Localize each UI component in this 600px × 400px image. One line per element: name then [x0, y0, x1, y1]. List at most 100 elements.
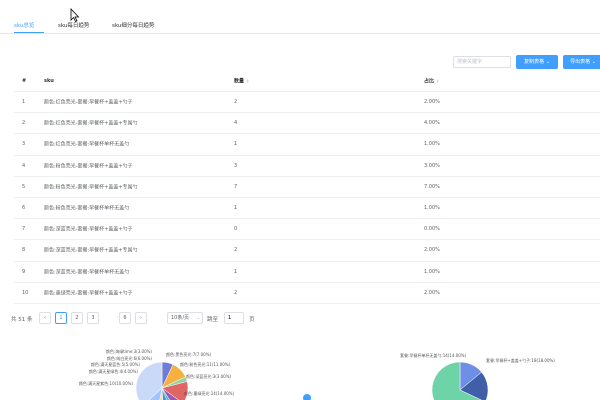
- row-quantity: 1: [234, 205, 238, 212]
- page-button-3[interactable]: 3: [87, 312, 99, 324]
- table-row[interactable]: 6 颜色:粉色亮光-套餐:早餐杯单杯无盖勺 1 1.00%: [14, 198, 600, 220]
- row-index: 3: [22, 141, 26, 148]
- pie-slice-label: 颜色:满天星紫色:10(10.00%): [79, 380, 134, 386]
- column-header-sku: sku: [44, 77, 54, 84]
- goto-label: 跳至: [207, 317, 219, 323]
- sort-icon[interactable]: ⇕: [246, 78, 249, 83]
- row-sku: 颜色:红色亮光-套餐:早餐杯+盖盖+专属勺: [44, 120, 138, 127]
- column-header-share[interactable]: 占比 ⇕: [424, 77, 439, 84]
- table-row[interactable]: 5 颜色:粉色亮光-套餐:早餐杯+盖盖+专属勺 7 7.00%: [14, 177, 600, 198]
- table-row[interactable]: 10 颜色:墨绿亮光-套餐:早餐杯+盖盖+勺子 2 2.00%: [14, 283, 600, 304]
- column-header-share-label: 占比: [424, 78, 435, 84]
- pie-slice-label: 套餐:早餐杯单杯无盖勺:14(14.00%): [400, 352, 467, 358]
- pie-slice-label: 颜色:纯白亮光:6(6.00%): [107, 355, 153, 361]
- tab-sku-overview[interactable]: sku总览: [14, 21, 44, 33]
- row-share: 0.00%: [424, 226, 440, 233]
- pie-slice-label: 颜色:海绿time:3(3.00%): [106, 348, 153, 354]
- row-share: 2.00%: [424, 289, 440, 296]
- page-size-select[interactable]: 10条/页 ⌄: [167, 312, 203, 324]
- color-distribution-pie-chart: 颜色:黑色亮光:7(7.00%) 颜色:粉色亮光:11(11.00%) 颜色:深蓝亮…: [79, 348, 235, 400]
- row-share: 7.00%: [424, 183, 440, 190]
- pie-slice-label: 套餐:早餐杯+盖盖+勺子:18(18.00%): [486, 357, 555, 363]
- prev-page-button[interactable]: ‹: [39, 312, 51, 324]
- row-quantity: 0: [234, 226, 238, 233]
- row-sku: 颜色:墨绿亮光-套餐:早餐杯+盖盖+勺子: [44, 290, 133, 297]
- row-index: 9: [22, 268, 26, 275]
- export-table-label: 导出表格: [570, 59, 591, 65]
- next-page-button[interactable]: ›: [135, 312, 147, 324]
- tab-sku-detail-daily-trend[interactable]: sku细分每日趋势: [112, 21, 154, 33]
- pagination: 共 51 条 ‹ 1 2 3 ··· 6 › 10条/页⌄ 跳至 页: [11, 312, 311, 325]
- row-index: 10: [22, 289, 29, 296]
- pie-slice-label: 颜色:粉色亮光:11(11.00%): [180, 361, 231, 367]
- row-index: 5: [22, 183, 26, 190]
- row-sku: 颜色:深蓝亮光-套餐:早餐杯+盖盖+勺子: [44, 226, 133, 233]
- table-header: # sku 数量 ⇕ 占比 ⇕: [14, 70, 600, 92]
- row-index: 6: [22, 205, 26, 212]
- chevron-down-icon: ⌄: [196, 315, 200, 320]
- table-row[interactable]: 1 颜色:红色亮光-套餐:早餐杯+盖盖+勺子 2 2.00%: [14, 92, 600, 114]
- goto-unit-label: 页: [249, 317, 255, 323]
- chevron-down-icon: ⌄: [591, 59, 596, 65]
- table-row[interactable]: 2 颜色:红色亮光-套餐:早餐杯+盖盖+专属勺 4 4.00%: [14, 113, 600, 135]
- row-sku: 颜色:深蓝亮光-套餐:早餐杯+盖盖+专属勺: [44, 247, 138, 254]
- column-header-index: #: [22, 77, 27, 84]
- page-button-last[interactable]: 6: [119, 312, 131, 324]
- table-row[interactable]: 8 颜色:深蓝亮光-套餐:早餐杯+盖盖+专属勺 2 2.00%: [14, 240, 600, 262]
- row-index: 2: [22, 120, 26, 127]
- row-index: 7: [22, 226, 26, 233]
- copy-table-label: 复制表格: [524, 59, 545, 65]
- column-header-quantity[interactable]: 数量 ⇕: [234, 77, 249, 84]
- pie-slice-label: 颜色:黑色亮光:7(7.00%): [166, 351, 212, 357]
- row-sku: 颜色:红色亮光-套餐:早餐杯单杯无盖勺: [44, 141, 130, 148]
- search-input[interactable]: [453, 56, 511, 68]
- sort-icon[interactable]: ⇕: [436, 78, 439, 83]
- export-table-button[interactable]: 导出表格 ⌄: [563, 55, 600, 69]
- table-row[interactable]: 7 颜色:深蓝亮光-套餐:早餐杯+盖盖+勺子 0 0.00%: [14, 219, 600, 241]
- row-sku: 颜色:粉色亮光-套餐:早餐杯+盖盖+专属勺: [44, 184, 138, 191]
- pie-slice-label: 颜色:满天星绿色:4(4.00%): [89, 368, 139, 374]
- row-index: 8: [22, 247, 26, 254]
- row-quantity: 1: [234, 268, 238, 275]
- table-row[interactable]: 3 颜色:红色亮光-套餐:早餐杯单杯无盖勺 1 1.00%: [14, 134, 600, 156]
- page-size-value: 10条/页: [171, 315, 190, 321]
- row-share: 1.00%: [424, 205, 440, 212]
- row-share: 4.00%: [424, 120, 440, 127]
- table-body: 1 颜色:红色亮光-套餐:早餐杯+盖盖+勺子 2 2.00% 2 颜色:红色亮光-套餐:早…: [14, 92, 600, 304]
- package-distribution-pie-chart: 套餐:早餐杯单杯无盖勺:14(14.00%) 套餐:早餐杯+盖盖+勺子:18(18…: [400, 352, 555, 400]
- row-share: 2.00%: [424, 99, 440, 106]
- row-sku: 颜色:红色亮光-套餐:早餐杯+盖盖+勺子: [44, 99, 133, 106]
- row-quantity: 3: [234, 162, 238, 169]
- row-quantity: 2: [234, 289, 238, 296]
- chevron-down-icon: ⌄: [545, 59, 550, 65]
- copy-table-button[interactable]: 复制表格 ⌄: [516, 55, 558, 69]
- mouse-cursor-icon: [70, 8, 80, 22]
- row-share: 1.00%: [424, 268, 440, 275]
- row-quantity: 2: [234, 99, 238, 106]
- row-sku: 颜色:深蓝亮光-套餐:早餐杯单杯无盖勺: [44, 269, 130, 276]
- row-share: 1.00%: [424, 141, 440, 148]
- row-quantity: 4: [234, 120, 238, 127]
- row-quantity: 7: [234, 183, 238, 190]
- sku-table: # sku 数量 ⇕ 占比 ⇕ 1 颜色:红色亮光-套餐:早餐杯+盖盖+勺子 2 2.00…: [14, 70, 600, 304]
- row-sku: 颜色:粉色亮光-套餐:早餐杯+盖盖+勺子: [44, 163, 133, 170]
- goto-page-input[interactable]: [224, 312, 244, 324]
- row-index: 1: [22, 99, 26, 106]
- page-button-1[interactable]: 1: [55, 312, 67, 324]
- tab-sku-daily-trend[interactable]: sku每日趋势: [58, 21, 89, 33]
- column-header-quantity-label: 数量: [234, 78, 245, 84]
- pie-slice-label: 颜色:深蓝亮光:3(3.00%): [186, 373, 232, 379]
- row-quantity: 1: [234, 141, 238, 148]
- row-share: 3.00%: [424, 162, 440, 169]
- row-sku: 颜色:粉色亮光-套餐:早餐杯单杯无盖勺: [44, 205, 130, 212]
- page-button-2[interactable]: 2: [71, 312, 83, 324]
- row-share: 2.00%: [424, 247, 440, 254]
- tab-bar: sku总览 sku每日趋势 sku细分每日趋势: [0, 0, 600, 34]
- floating-action-dot[interactable]: [303, 394, 311, 400]
- row-index: 4: [22, 162, 26, 169]
- pie-slice-label: 颜色:满天星蓝色:5(5.00%): [91, 361, 141, 367]
- pagination-total: 共 51 条: [11, 317, 33, 323]
- pie-slice-label: 颜色:墨绿亮光:14(14.00%): [184, 390, 235, 396]
- table-row[interactable]: 4 颜色:粉色亮光-套餐:早餐杯+盖盖+勺子 3 3.00%: [14, 156, 600, 177]
- table-row[interactable]: 9 颜色:深蓝亮光-套餐:早餐杯单杯无盖勺 1 1.00%: [14, 262, 600, 283]
